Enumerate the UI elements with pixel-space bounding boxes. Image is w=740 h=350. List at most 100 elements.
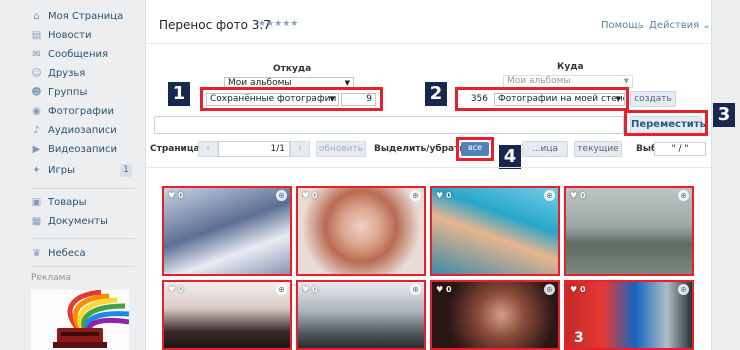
shop-icon: ▣ (31, 197, 42, 208)
sidebar-item-my-page[interactable]: ⌂ Моя Страница (0, 7, 145, 26)
video-icon: ▶ (32, 144, 41, 155)
select-current-button[interactable]: текущие (574, 141, 622, 157)
zoom-icon[interactable]: ⊕ (544, 284, 555, 295)
refresh-button[interactable]: обновить (316, 141, 366, 157)
rating-stars: ★★★★★ (258, 19, 299, 29)
photo-thumbnail[interactable]: ♥ 0 ⊕ (162, 280, 292, 350)
section-divider (146, 167, 711, 168)
annotation-box-1 (200, 87, 383, 111)
zoom-icon[interactable]: ⊕ (276, 190, 287, 201)
dropdown-arrow-icon: ▼ (623, 77, 629, 85)
ads-label: Реклама (31, 273, 71, 283)
from-label: Откуда (273, 64, 312, 74)
step-badge-2: 2 (425, 82, 447, 106)
sidebar-item-news[interactable]: ▤ Новости (0, 26, 145, 45)
help-link[interactable]: Помощь (601, 20, 644, 31)
app-header: Перенос фото 3.7 ★★★★★ Помощь Действия ⌄ (146, 6, 711, 44)
create-album-button[interactable]: создать (630, 91, 676, 107)
step-badge-1: 1 (168, 82, 190, 106)
step-badge-3: 3 (713, 103, 735, 127)
zoom-icon[interactable]: ⊕ (410, 190, 421, 201)
photo-thumbnail[interactable]: ♥ 0 ⊕ 3 (564, 280, 694, 350)
annotation-box-3 (624, 110, 708, 136)
sidebar-item-goods[interactable]: ▣ Товары (0, 193, 145, 212)
like-count: ♥ 0 (436, 285, 452, 294)
sidebar-item-label: Новости (48, 30, 92, 41)
sidebar-item-label: Небеса (48, 248, 86, 259)
like-count: ♥ 0 (168, 191, 184, 200)
camera-icon: ◉ (32, 106, 41, 117)
annotation-box-2 (455, 87, 629, 111)
photo-thumbnail[interactable]: ♥ 0 ⊕ (430, 186, 560, 276)
chosen-count-field-visible: " / " (654, 142, 706, 156)
sidebar-item-label: Группы (48, 87, 88, 98)
status-input-bar[interactable] (154, 116, 624, 134)
like-count: ♥ 0 (570, 191, 586, 200)
friends-icon: ☺ (31, 68, 42, 79)
select-page-button[interactable]: ...ица (522, 141, 568, 157)
step-badge-4: 4 (499, 145, 521, 169)
header-divider (639, 22, 640, 30)
page-title: Перенос фото 3.7 (159, 18, 271, 32)
like-count: ♥ 0 (302, 285, 318, 294)
sidebar-item-friends[interactable]: ☺ Друзья (0, 64, 145, 83)
ad-image[interactable] (31, 290, 129, 350)
photo-thumbnail[interactable]: ♥ 0 ⊕ (296, 280, 426, 350)
sidebar-item-label: Аудиозаписи (48, 125, 117, 136)
docs-icon: ▦ (31, 216, 42, 227)
music-icon: ♪ (33, 125, 40, 136)
sidebar-divider (31, 238, 135, 239)
page-label: Страница: (150, 144, 204, 154)
zoom-icon[interactable]: ⊕ (276, 284, 287, 295)
games-icon: ✦ (32, 165, 41, 176)
next-page-button[interactable]: › (290, 141, 310, 157)
left-sidebar: ⌂ Моя Страница ▤ Новости ✉ Сообщения ☺ Д… (0, 0, 145, 350)
sidebar-item-label: Игры (48, 165, 75, 176)
photo-thumbnail[interactable]: ♥ 0 ⊕ (564, 186, 694, 276)
annotation-box-4 (456, 137, 494, 161)
zoom-icon[interactable]: ⊕ (544, 190, 555, 201)
sidebar-item-games[interactable]: ✦ Игры 1 (0, 161, 145, 180)
sidebar-item-label: Фотографии (48, 106, 114, 117)
photo-thumbnail[interactable]: ♥ 0 ⊕ (162, 186, 292, 276)
actions-menu[interactable]: Действия ⌄ (649, 20, 711, 31)
like-count: ♥ 0 (168, 285, 184, 294)
sidebar-item-video[interactable]: ▶ Видеозаписи (0, 140, 145, 159)
sidebar-item-heavens[interactable]: ♛ Небеса (0, 244, 145, 263)
sidebar-item-label: Видеозаписи (48, 144, 118, 155)
select-toggle-label: Выделить/убрать: (374, 144, 469, 154)
messages-icon: ✉ (32, 49, 41, 60)
sidebar-divider (31, 266, 135, 267)
to-album-value: Мои альбомы (507, 76, 571, 86)
to-label: Куда (557, 62, 584, 72)
sidebar-item-groups[interactable]: ☻ Группы (0, 83, 145, 102)
photo-thumbnail[interactable]: ♥ 0 ⊕ (296, 186, 426, 276)
crown-icon: ♛ (32, 248, 41, 259)
groups-icon: ☻ (31, 87, 42, 98)
sidebar-item-label: Сообщения (48, 49, 109, 60)
games-counter-badge: 1 (120, 164, 132, 177)
zoom-icon[interactable]: ⊕ (678, 190, 689, 201)
sidebar-item-label: Друзья (48, 68, 86, 79)
sidebar-divider (31, 188, 135, 189)
ad-typewriter-illustration (31, 290, 129, 350)
photo-thumbnail[interactable]: ♥ 0 ⊕ (430, 280, 560, 350)
zoom-icon[interactable]: ⊕ (410, 284, 421, 295)
like-count: ♥ 0 (302, 191, 318, 200)
like-count: ♥ 0 (570, 285, 586, 294)
news-icon: ▤ (31, 30, 42, 41)
prev-page-button[interactable]: ‹ (198, 141, 218, 157)
page-input[interactable]: 1/1 (218, 141, 290, 157)
sidebar-item-photos[interactable]: ◉ Фотографии (0, 102, 145, 121)
home-icon: ⌂ (33, 11, 40, 22)
sidebar-item-label: Товары (48, 197, 87, 208)
zoom-icon[interactable]: ⊕ (678, 284, 689, 295)
sidebar-item-documents[interactable]: ▦ Документы (0, 212, 145, 231)
sidebar-item-label: Моя Страница (48, 11, 124, 22)
like-count: ♥ 0 (436, 191, 452, 200)
sidebar-item-messages[interactable]: ✉ Сообщения (0, 45, 145, 64)
photo-number: 3 (574, 330, 584, 346)
sidebar-item-audio[interactable]: ♪ Аудиозаписи (0, 121, 145, 140)
main-panel: Перенос фото 3.7 ★★★★★ Помощь Действия ⌄… (145, 0, 735, 350)
sidebar-item-label: Документы (48, 216, 108, 227)
